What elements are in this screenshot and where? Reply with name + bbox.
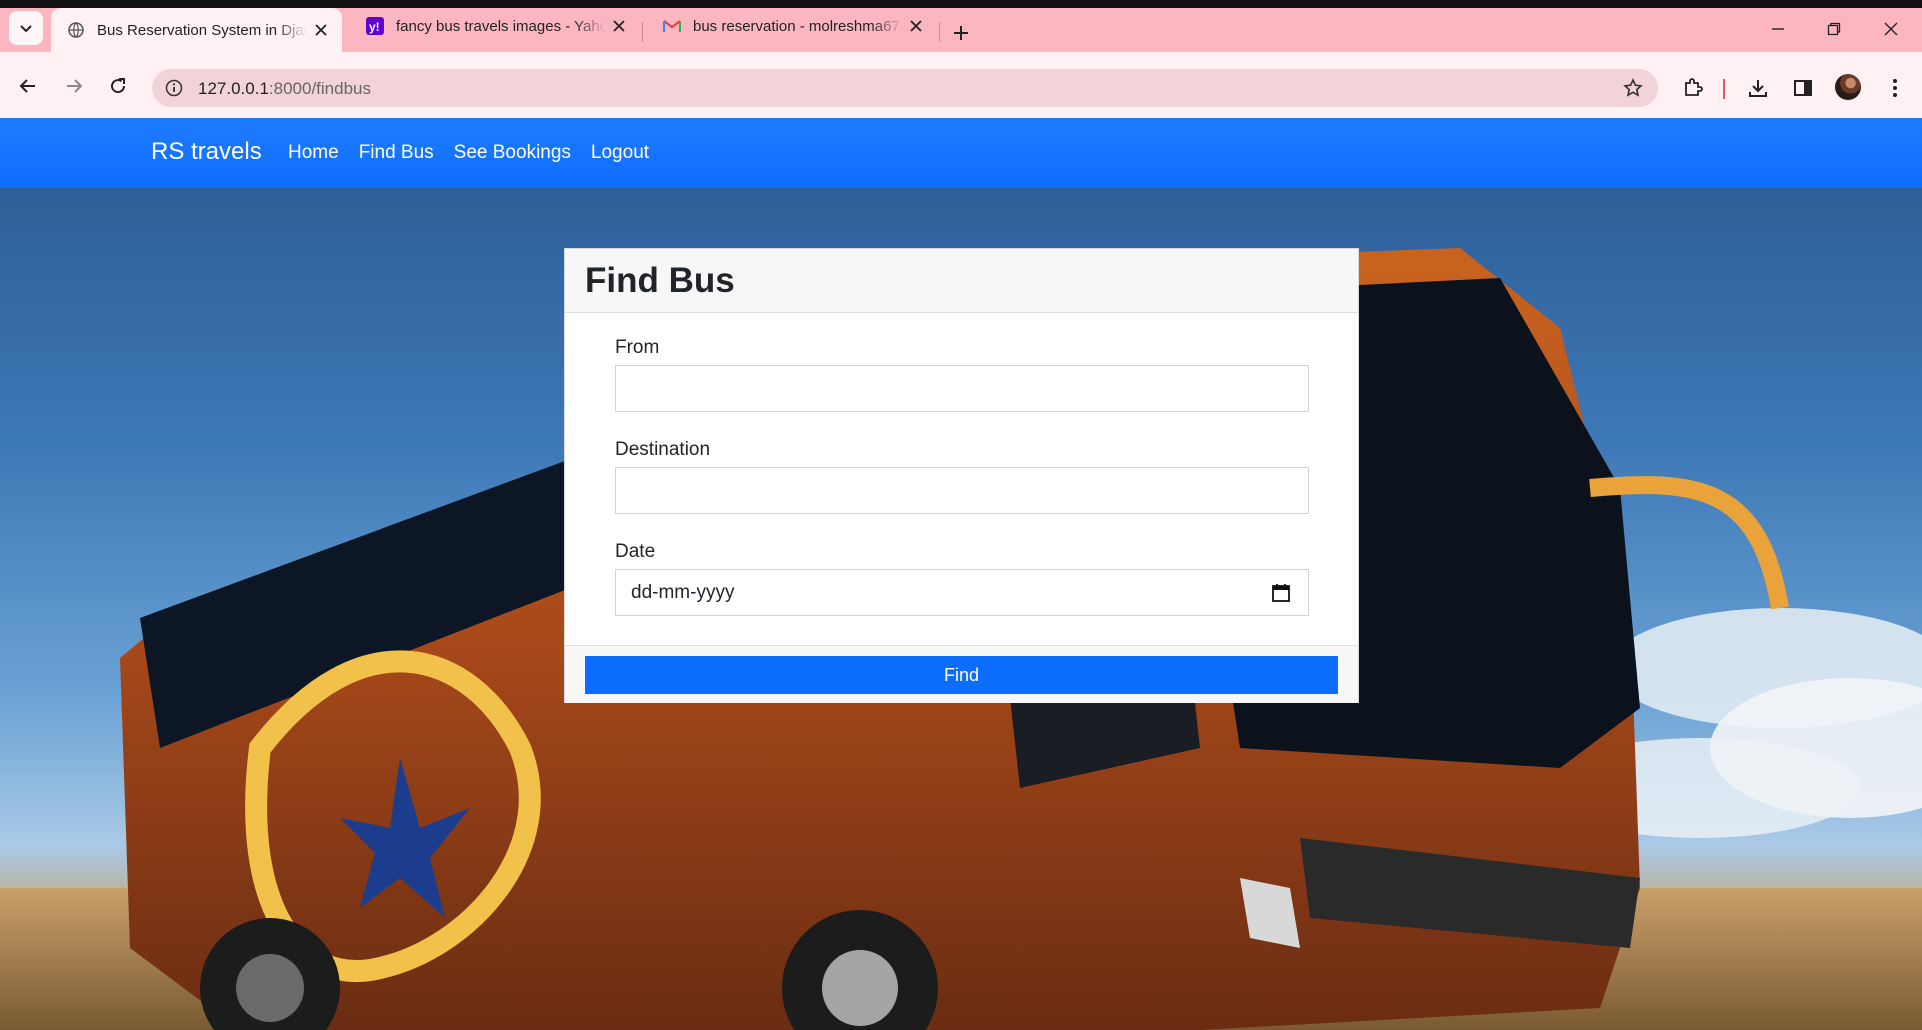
extensions-button[interactable] bbox=[1680, 75, 1706, 101]
find-button[interactable]: Find bbox=[585, 656, 1338, 694]
gmail-icon bbox=[663, 17, 681, 35]
plus-icon bbox=[954, 26, 968, 40]
destination-label: Destination bbox=[615, 439, 711, 460]
card-header: Find Bus bbox=[565, 249, 1358, 313]
toolbar-separator bbox=[1723, 79, 1725, 99]
more-vert-icon bbox=[1893, 79, 1897, 97]
nav-see-bookings[interactable]: See Bookings bbox=[454, 142, 571, 164]
tab-title: Bus Reservation System in Django bbox=[97, 21, 307, 39]
brand-logo[interactable]: RS travels bbox=[151, 138, 262, 166]
from-input[interactable] bbox=[615, 365, 1309, 412]
arrow-left-icon bbox=[19, 79, 35, 93]
date-label: Date bbox=[615, 541, 656, 562]
date-input[interactable]: dd-mm-yyyy bbox=[615, 569, 1309, 616]
close-tab-icon[interactable] bbox=[312, 21, 330, 39]
tab-bus-reservation[interactable]: Bus Reservation System in Django bbox=[51, 8, 342, 52]
url-path: :8000/findbus bbox=[268, 79, 371, 98]
nav-logout[interactable]: Logout bbox=[591, 142, 649, 164]
yahoo-icon: y! bbox=[366, 17, 384, 35]
downloads-button[interactable] bbox=[1745, 75, 1771, 101]
close-icon bbox=[1884, 22, 1898, 36]
svg-text:y!: y! bbox=[369, 20, 380, 34]
side-panel-icon bbox=[1794, 80, 1812, 96]
nav-links: Home Find Bus See Bookings Logout bbox=[288, 142, 649, 164]
nav-home[interactable]: Home bbox=[288, 142, 339, 164]
arrow-right-icon bbox=[67, 79, 83, 93]
destination-input[interactable] bbox=[615, 467, 1309, 514]
reload-button[interactable] bbox=[104, 72, 132, 100]
puzzle-icon bbox=[1685, 78, 1703, 96]
page-title: Find Bus bbox=[585, 261, 735, 300]
site-navbar: RS travels Home Find Bus See Bookings Lo… bbox=[0, 118, 1922, 188]
window-top-edge bbox=[0, 0, 1922, 8]
site-info-icon[interactable] bbox=[164, 78, 184, 98]
new-tab-button[interactable] bbox=[948, 20, 974, 46]
restore-button[interactable] bbox=[1822, 17, 1846, 41]
minimize-button[interactable] bbox=[1766, 17, 1790, 41]
find-bus-form: From Destination Date dd-mm-yyyy bbox=[565, 313, 1358, 616]
tab-search-button[interactable] bbox=[9, 11, 43, 45]
menu-button[interactable] bbox=[1882, 75, 1908, 101]
chevron-down-icon bbox=[20, 25, 32, 33]
close-tab-icon[interactable] bbox=[610, 17, 628, 35]
card-footer: Find bbox=[565, 645, 1358, 703]
date-placeholder: dd-mm-yyyy bbox=[631, 582, 735, 603]
tab-title: bus reservation - molreshma67@gmail.com bbox=[693, 17, 903, 35]
tab-separator bbox=[642, 22, 643, 42]
back-button[interactable] bbox=[14, 72, 42, 100]
restore-icon bbox=[1827, 22, 1841, 36]
nav-find-bus[interactable]: Find Bus bbox=[359, 142, 434, 164]
side-panel-button[interactable] bbox=[1790, 75, 1816, 101]
address-bar[interactable]: 127.0.0.1:8000/findbus bbox=[152, 69, 1658, 107]
forward-button[interactable] bbox=[60, 72, 88, 100]
tab-gmail[interactable]: bus reservation - molreshma67@gmail.com bbox=[647, 8, 937, 44]
find-bus-card: Find Bus From Destination Date dd-mm-yyy… bbox=[564, 248, 1359, 703]
reload-icon bbox=[111, 78, 126, 94]
minimize-icon bbox=[1772, 28, 1784, 30]
tab-yahoo-images[interactable]: y! fancy bus travels images - Yahoo bbox=[350, 8, 640, 44]
calendar-icon[interactable] bbox=[1270, 582, 1292, 604]
bookmark-star-icon[interactable] bbox=[1622, 77, 1644, 99]
profile-avatar[interactable] bbox=[1835, 74, 1861, 100]
tab-title: fancy bus travels images - Yahoo bbox=[396, 17, 606, 35]
globe-icon bbox=[67, 21, 85, 39]
from-label: From bbox=[615, 337, 660, 358]
url-host: 127.0.0.1 bbox=[198, 79, 269, 98]
page-viewport: RS travels Home Find Bus See Bookings Lo… bbox=[0, 118, 1922, 1030]
url-text[interactable]: 127.0.0.1:8000/findbus bbox=[198, 79, 371, 99]
close-tab-icon[interactable] bbox=[907, 17, 925, 35]
tab-separator bbox=[939, 22, 940, 42]
close-window-button[interactable] bbox=[1879, 17, 1903, 41]
download-icon bbox=[1749, 80, 1767, 97]
